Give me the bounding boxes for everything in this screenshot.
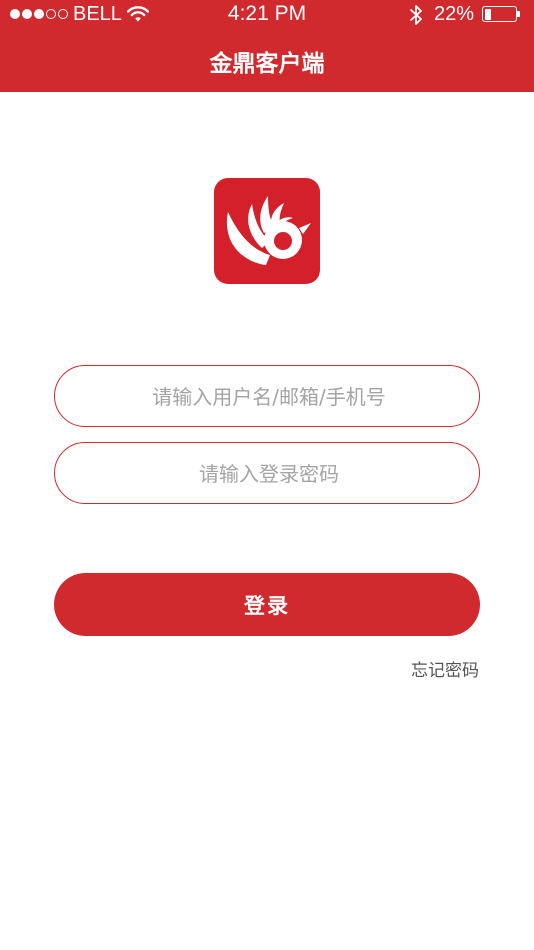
battery-icon [482,6,517,22]
login-screen: BELL 4:21 PM 22% 金鼎客户端 请输入用户名/邮箱/手机号 登录 … [0,0,534,950]
battery-tip [517,11,520,17]
username-field[interactable] [54,365,483,428]
bluetooth-icon [409,4,423,31]
battery-percentage: 22% [434,3,475,25]
password-field[interactable] [54,442,483,505]
page-title: 金鼎客户端 [209,51,325,77]
app-logo-icon [214,178,320,284]
battery-level-fill [484,8,491,20]
login-button[interactable]: 登录 [54,573,480,636]
forgot-password-link[interactable]: 忘记密码 [411,656,479,681]
top-bar: BELL 4:21 PM 22% 金鼎客户端 [0,0,534,92]
password-input[interactable] [55,443,483,505]
username-input[interactable] [55,366,483,428]
status-bar: BELL 4:21 PM 22% [0,0,534,30]
